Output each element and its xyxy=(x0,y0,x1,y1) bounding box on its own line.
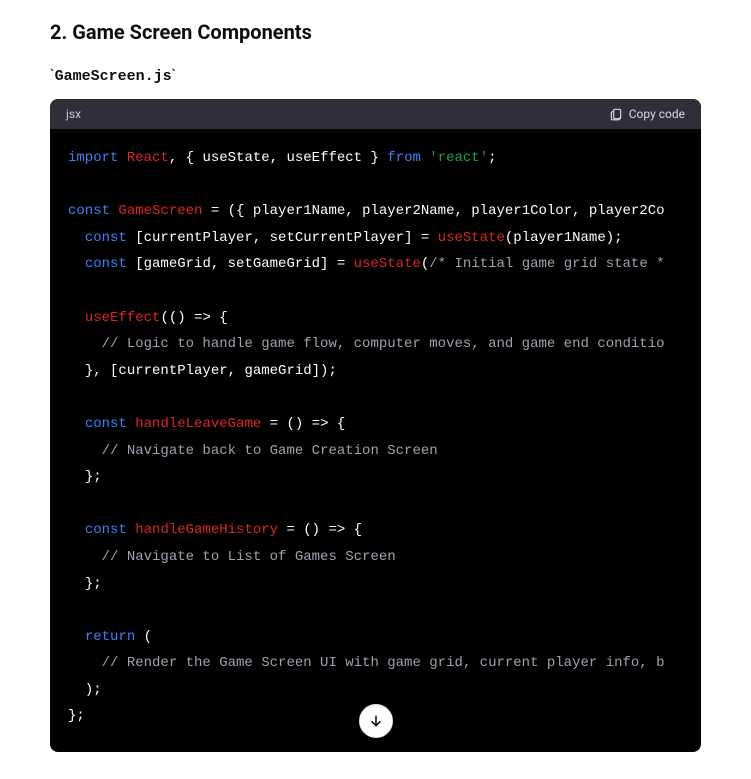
code-token xyxy=(68,682,85,698)
code-token: handleGameHistory xyxy=(135,522,278,538)
code-token: // Render the Game Screen UI with game g… xyxy=(102,655,665,671)
code-token: (() => { xyxy=(160,310,227,326)
code-token xyxy=(68,469,85,485)
code-token: [currentPlayer, setCurrentPlayer] = xyxy=(127,230,438,246)
code-token: = () => { xyxy=(278,522,362,538)
filename-code: GameScreen.js xyxy=(55,68,172,85)
code-token: return xyxy=(85,629,135,645)
code-token xyxy=(68,230,85,246)
code-block-wrapper: jsx Copy code import React, { useState, … xyxy=(50,99,701,752)
code-token: handleLeaveGame xyxy=(135,416,261,432)
code-token: ( xyxy=(135,629,152,645)
code-token: }; xyxy=(68,708,85,724)
code-token xyxy=(68,363,85,379)
code-token xyxy=(68,336,102,352)
code-token: useState xyxy=(354,256,421,272)
code-token xyxy=(68,629,85,645)
code-token: React xyxy=(127,150,169,166)
code-token: }, [currentPlayer, gameGrid]); xyxy=(85,363,337,379)
code-token xyxy=(68,256,85,272)
arrow-down-icon xyxy=(368,713,384,729)
code-token: // Logic to handle game flow, computer m… xyxy=(102,336,665,352)
code-token: /* Initial game grid state * xyxy=(429,256,664,272)
code-token xyxy=(68,310,85,326)
code-token xyxy=(68,655,102,671)
code-token: import xyxy=(68,150,118,166)
code-token: , { useState, useEffect } xyxy=(169,150,387,166)
code-token: from xyxy=(387,150,421,166)
filename-line: `GameScreen.js` xyxy=(50,66,701,85)
code-token: const xyxy=(85,256,127,272)
code-token: = ({ player1Name, player2Name, player1Co… xyxy=(202,203,664,219)
section-heading: 2. Game Screen Components xyxy=(50,20,701,44)
code-token xyxy=(127,522,135,538)
code-token: const xyxy=(85,522,127,538)
code-token xyxy=(68,522,85,538)
code-token: // Navigate to List of Games Screen xyxy=(102,549,396,565)
clipboard-icon xyxy=(609,107,623,121)
code-token: ; xyxy=(488,150,496,166)
code-token: // Navigate back to Game Creation Screen xyxy=(102,443,438,459)
code-token: ); xyxy=(85,682,102,698)
code-token xyxy=(68,416,85,432)
code-token xyxy=(68,576,85,592)
code-token: (player1Name); xyxy=(505,230,623,246)
code-token xyxy=(118,150,126,166)
copy-code-label: Copy code xyxy=(629,107,685,121)
code-token: 'react' xyxy=(429,150,488,166)
copy-code-button[interactable]: Copy code xyxy=(609,107,685,121)
code-token: GameScreen xyxy=(118,203,202,219)
scroll-down-button[interactable] xyxy=(359,704,393,738)
code-token: const xyxy=(68,203,110,219)
code-token xyxy=(127,416,135,432)
code-block: jsx Copy code import React, { useState, … xyxy=(50,99,701,752)
code-token: }; xyxy=(85,576,102,592)
code-language-label: jsx xyxy=(66,107,81,121)
code-token xyxy=(68,549,102,565)
code-token: useState xyxy=(438,230,505,246)
code-body[interactable]: import React, { useState, useEffect } fr… xyxy=(50,129,701,752)
code-token: useEffect xyxy=(85,310,161,326)
code-token: [gameGrid, setGameGrid] = xyxy=(127,256,354,272)
code-token: }; xyxy=(85,469,102,485)
code-token: const xyxy=(85,416,127,432)
code-header: jsx Copy code xyxy=(50,99,701,129)
code-token: const xyxy=(85,230,127,246)
code-token: = () => { xyxy=(261,416,345,432)
code-token xyxy=(68,443,102,459)
